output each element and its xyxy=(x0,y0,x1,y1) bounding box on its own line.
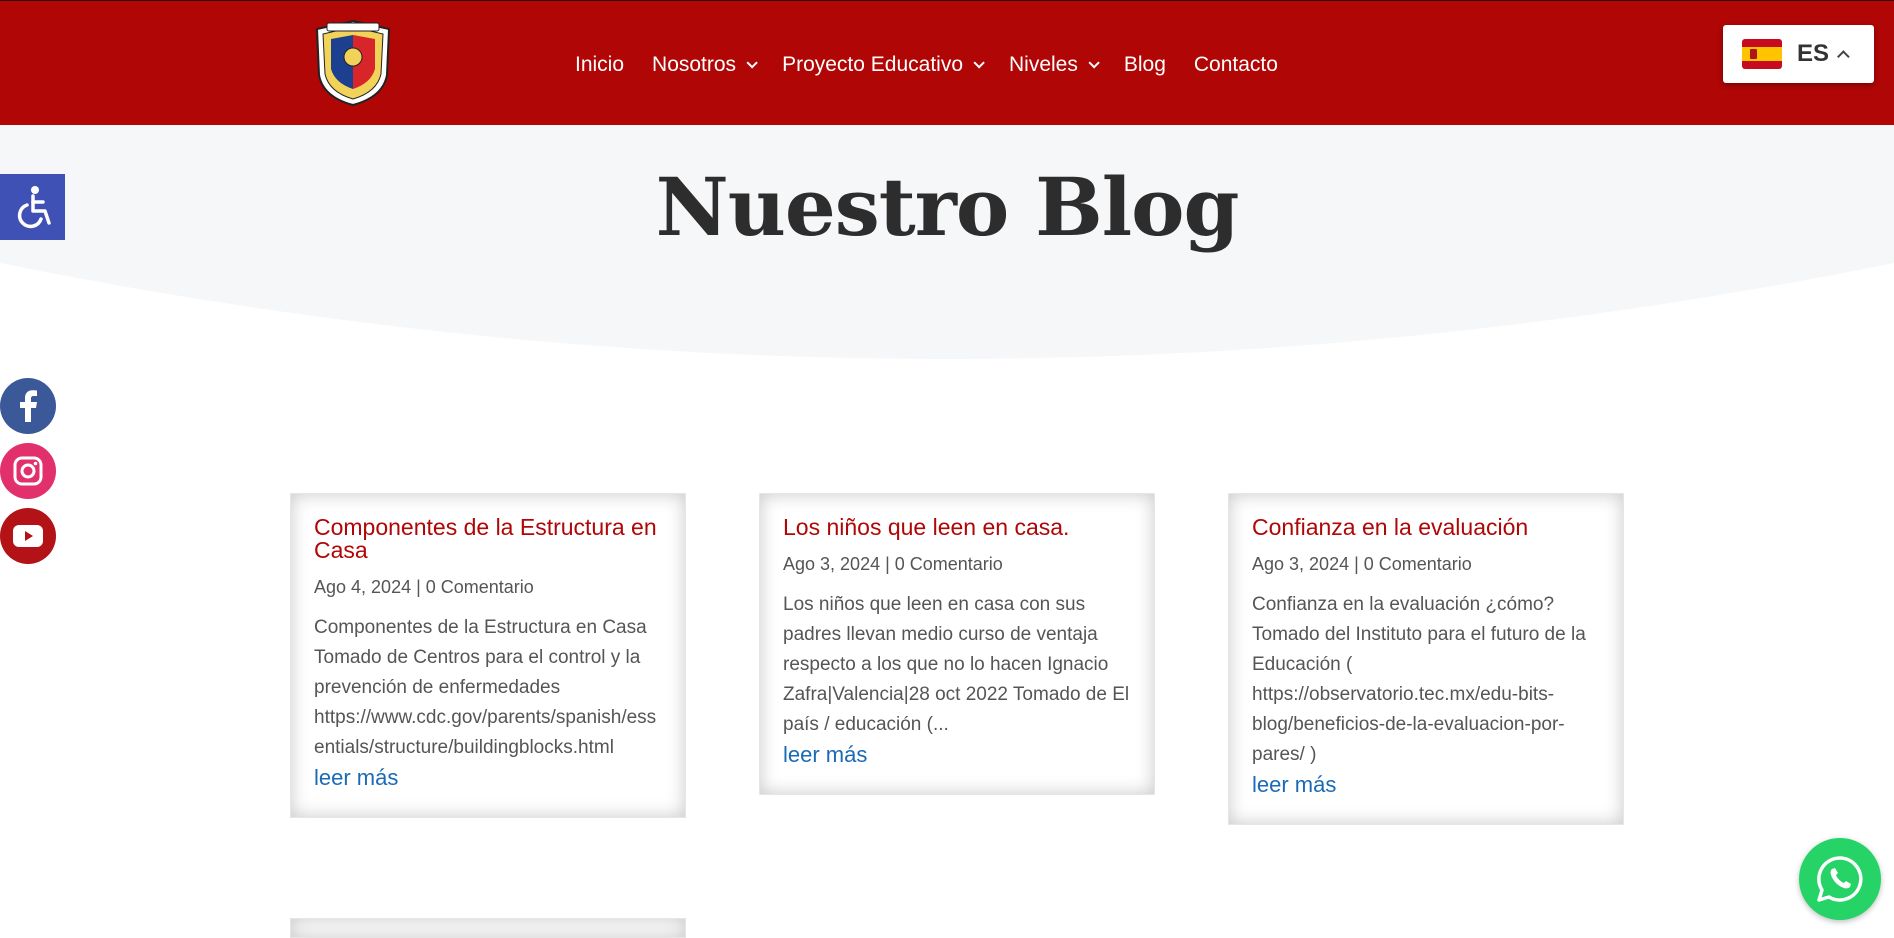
read-more-link[interactable]: leer más xyxy=(783,740,867,770)
facebook-link[interactable] xyxy=(0,378,56,434)
spain-flag-icon xyxy=(1742,39,1782,69)
blog-post-card: Los niños que leen en casa. Ago 3, 2024 … xyxy=(759,493,1155,795)
whatsapp-button[interactable] xyxy=(1799,838,1881,920)
chevron-down-icon xyxy=(1088,57,1100,69)
post-excerpt: Confianza en la evaluación ¿cómo? Tomado… xyxy=(1252,594,1586,765)
nav-blog[interactable]: Blog xyxy=(1124,53,1166,77)
chevron-down-icon xyxy=(973,57,985,69)
site-header: Inicio Nosotros Proyecto Educativo Nivel… xyxy=(0,0,1894,125)
blog-post-card-partial xyxy=(290,918,686,938)
nav-nosotros-label: Nosotros xyxy=(652,53,737,76)
accessibility-button[interactable] xyxy=(0,174,65,240)
post-excerpt: Componentes de la Estructura en Casa Tom… xyxy=(314,617,657,758)
language-switcher[interactable]: ES xyxy=(1723,25,1874,83)
blog-post-card: Confianza en la evaluación Ago 3, 2024 |… xyxy=(1228,493,1624,825)
read-more-link[interactable]: leer más xyxy=(314,763,398,793)
post-meta: Ago 3, 2024 | 0 Comentario xyxy=(1252,554,1472,574)
nav-contacto-label: Contacto xyxy=(1193,53,1278,76)
youtube-icon xyxy=(13,525,43,547)
nav-nosotros[interactable]: Nosotros xyxy=(652,53,758,77)
post-meta: Ago 4, 2024 | 0 Comentario xyxy=(314,577,534,597)
facebook-icon xyxy=(20,390,37,422)
post-title[interactable]: Los niños que leen en casa. xyxy=(783,516,1132,539)
nav-inicio[interactable]: Inicio xyxy=(575,53,624,77)
nav-niveles-label: Niveles xyxy=(1009,53,1078,76)
post-title[interactable]: Componentes de la Estructura en Casa xyxy=(314,516,663,562)
page-hero: Nuestro Blog xyxy=(0,125,1894,395)
chevron-up-icon xyxy=(1837,49,1850,63)
nav-contacto[interactable]: Contacto xyxy=(1194,53,1278,77)
nav-blog-label: Blog xyxy=(1123,53,1166,76)
youtube-link[interactable] xyxy=(0,508,56,564)
wheelchair-icon xyxy=(17,186,51,229)
whatsapp-icon xyxy=(1817,856,1863,902)
blog-post-card: Componentes de la Estructura en Casa Ago… xyxy=(290,493,686,818)
nav-inicio-label: Inicio xyxy=(575,53,625,76)
post-excerpt: Los niños que leen en casa con sus padre… xyxy=(783,594,1130,735)
read-more-link[interactable]: leer más xyxy=(1252,770,1336,800)
language-code: ES xyxy=(1797,40,1830,67)
nav-niveles[interactable]: Niveles xyxy=(1009,53,1100,77)
instagram-link[interactable] xyxy=(0,443,56,499)
post-title[interactable]: Confianza en la evaluación xyxy=(1252,516,1601,539)
chevron-down-icon xyxy=(746,57,758,69)
main-nav: Inicio Nosotros Proyecto Educativo Nivel… xyxy=(575,53,1306,77)
nav-proyecto-educativo-label: Proyecto Educativo xyxy=(782,53,963,76)
school-crest-logo[interactable] xyxy=(313,19,393,107)
page-title: Nuestro Blog xyxy=(655,160,1240,254)
post-meta: Ago 3, 2024 | 0 Comentario xyxy=(783,554,1003,574)
nav-proyecto-educativo[interactable]: Proyecto Educativo xyxy=(782,53,985,77)
instagram-icon xyxy=(13,456,43,486)
